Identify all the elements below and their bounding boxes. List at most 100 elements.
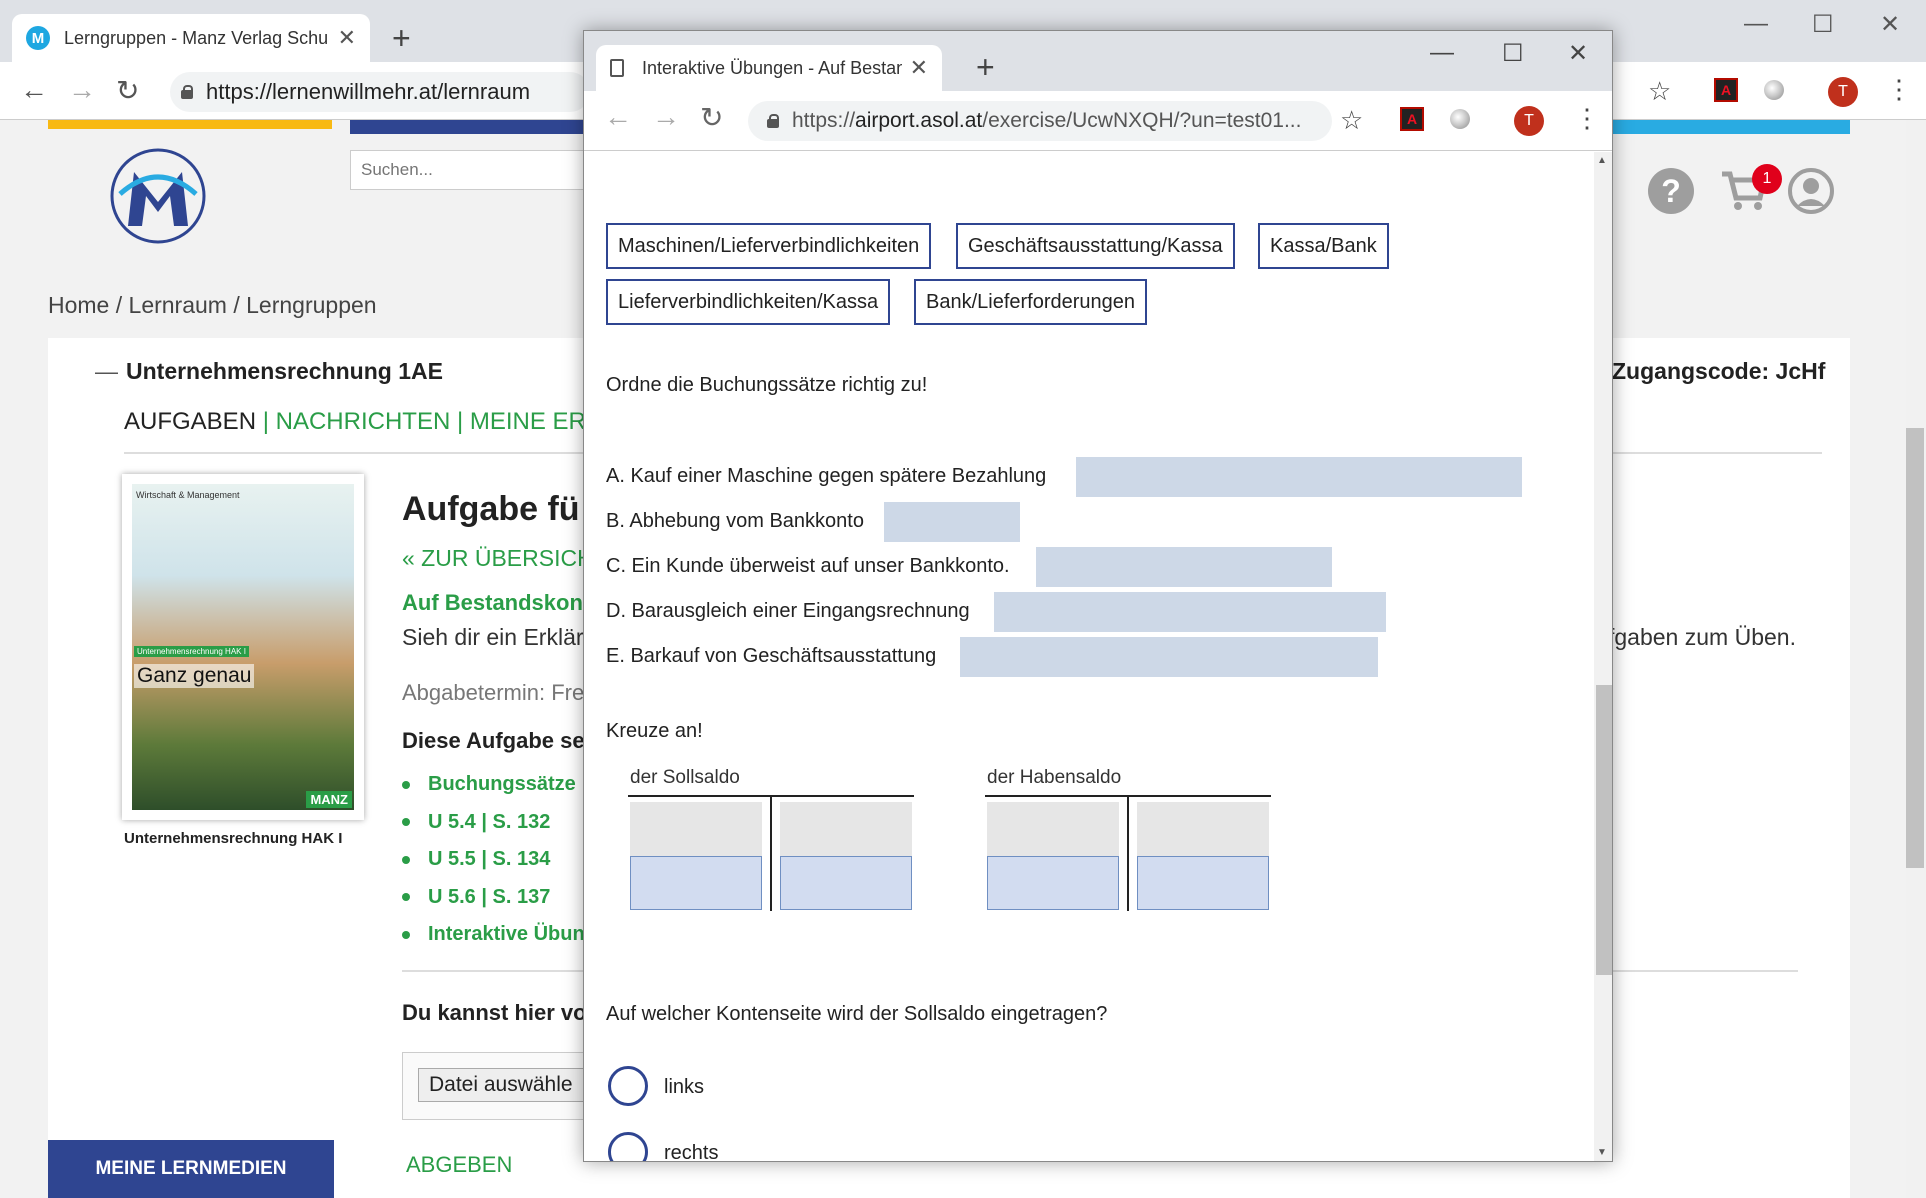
meine-lernmedien-button[interactable]: MEINE LERNMEDIEN	[48, 1140, 334, 1198]
lernen-will-mehr-logo[interactable]	[90, 130, 230, 260]
choose-file-button[interactable]: Datei auswähle	[418, 1068, 598, 1102]
access-code: Zugangscode: JcHf	[1612, 358, 1826, 384]
popup-scrollbar-thumb[interactable]	[1596, 685, 1612, 975]
minimize-icon[interactable]: —	[1430, 39, 1454, 67]
bullet-icon	[402, 855, 410, 864]
close-tab-icon[interactable]: ✕	[910, 55, 928, 81]
task-title: Aufgabe fü	[402, 490, 580, 528]
pdf-extension-icon[interactable]: A	[1714, 78, 1738, 102]
checkbox-soll-rechts[interactable]	[780, 856, 912, 910]
list-item[interactable]: U 5.6 | S. 137	[402, 879, 585, 917]
popup-scrollbar[interactable]	[1594, 152, 1612, 1161]
checkbox-soll-links[interactable]	[630, 856, 762, 910]
collapse-toggle-icon[interactable]: —	[95, 358, 118, 385]
extension-icon[interactable]	[1764, 80, 1784, 100]
drop-zone[interactable]	[1036, 547, 1332, 587]
breadcrumb: Home / Lernraum / Lerngruppen	[48, 292, 377, 318]
radio-links[interactable]	[608, 1066, 648, 1106]
list-item[interactable]: Buchungssätze	[402, 766, 585, 804]
nav-separator: |	[456, 408, 464, 435]
tab-nachrichten[interactable]: NACHRICHTEN	[276, 408, 451, 435]
book-caption: Unternehmensrechnung HAK I	[124, 830, 343, 847]
book-subtitle-band: Unternehmensrechnung HAK I	[134, 646, 249, 657]
list-item[interactable]: U 5.5 | S. 134	[402, 841, 585, 879]
address-bar[interactable]: https://lernenwillmehr.at/lernraum	[170, 72, 590, 112]
lock-icon	[180, 85, 194, 99]
menu-dots-icon[interactable]: ⋮	[1574, 103, 1600, 134]
taccount-center-line	[770, 795, 772, 911]
checkbox-haben-links[interactable]	[987, 856, 1119, 910]
nav-separator: |	[262, 408, 269, 435]
book-cover[interactable]: Wirtschaft & Management Unternehmensrech…	[122, 474, 364, 820]
back-to-overview-link[interactable]: « ZUR ÜBERSICH	[402, 545, 594, 572]
drop-zone[interactable]	[1076, 457, 1522, 497]
forward-arrow-icon[interactable]: →	[68, 74, 96, 106]
minimize-icon[interactable]: —	[1744, 10, 1768, 38]
bookmark-star-icon[interactable]: ☆	[1648, 76, 1671, 107]
brand-stripe-yellow	[48, 120, 332, 129]
instruction-cross: Kreuze an!	[606, 720, 703, 742]
taccount-cell	[780, 802, 912, 856]
list-item-label: U 5.5 | S. 134	[428, 848, 551, 871]
book-cover-image: Wirtschaft & Management Unternehmensrech…	[132, 484, 354, 810]
upload-heading: Du kannst hier vo	[402, 1000, 587, 1025]
radio-rechts[interactable]	[608, 1132, 648, 1161]
answer-chip[interactable]: Bank/Lieferforderungen	[914, 279, 1148, 325]
drop-zone[interactable]	[994, 592, 1386, 632]
book-brand: Wirtschaft & Management	[136, 490, 240, 500]
list-item[interactable]: Interaktive Übun	[402, 916, 585, 954]
new-tab-icon[interactable]: +	[976, 49, 995, 86]
submit-link[interactable]: ABGEBEN	[406, 1152, 512, 1178]
address-url: https://lernenwillmehr.at/lernraum	[206, 79, 531, 104]
bookmark-star-icon[interactable]: ☆	[1340, 105, 1363, 136]
scroll-up-icon[interactable]: ▲	[1597, 155, 1607, 166]
answer-chip[interactable]: Lieferverbindlichkeiten/Kassa	[606, 279, 891, 325]
brand-stripe-blue	[350, 120, 586, 134]
popup-tab[interactable]: Interaktive Übungen - Auf Bestan ✕	[596, 45, 942, 91]
popup-address-bar[interactable]: https://airport.asol.at/exercise/UcwNXQH…	[748, 101, 1332, 141]
match-item: B. Abhebung vom Bankkonto	[606, 510, 864, 532]
answer-chip[interactable]: Kassa/Bank	[1258, 223, 1389, 269]
back-arrow-icon[interactable]: ←	[604, 101, 632, 133]
forward-arrow-icon[interactable]: →	[652, 101, 680, 133]
taccount-cell	[630, 802, 762, 856]
url-scheme: https://	[792, 109, 856, 132]
question: Auf welcher Kontenseite wird der Sollsal…	[606, 1003, 1108, 1025]
pdf-extension-icon[interactable]: A	[1400, 107, 1424, 131]
list-item-label: Interaktive Übun	[428, 923, 585, 946]
help-icon[interactable]: ?	[1648, 168, 1694, 214]
extension-icon[interactable]	[1450, 109, 1470, 129]
reload-icon[interactable]: ↻	[700, 101, 723, 134]
deadline: Abgabetermin: Fre	[402, 680, 585, 705]
new-tab-icon[interactable]: +	[392, 20, 411, 57]
close-window-icon[interactable]: ✕	[1880, 10, 1900, 39]
bullet-icon	[402, 780, 410, 789]
maximize-icon[interactable]: ☐	[1812, 10, 1834, 39]
drop-zone[interactable]	[960, 637, 1378, 677]
site-search-input[interactable]	[350, 150, 590, 190]
close-tab-icon[interactable]: ✕	[338, 25, 356, 51]
profile-avatar[interactable]: T	[1514, 106, 1544, 136]
task-item-list: Buchungssätze U 5.4 | S. 132 U 5.5 | S. …	[402, 766, 585, 954]
bullet-icon	[402, 893, 410, 902]
user-account-icon[interactable]	[1788, 168, 1834, 214]
popup-tab-title: Interaktive Übungen - Auf Bestan	[642, 57, 902, 78]
reload-icon[interactable]: ↻	[116, 74, 139, 107]
page-scrollbar-thumb[interactable]	[1906, 428, 1924, 868]
maximize-icon[interactable]: ☐	[1502, 39, 1524, 68]
match-item: A. Kauf einer Maschine gegen spätere Bez…	[606, 465, 1047, 487]
menu-dots-icon[interactable]: ⋮	[1886, 74, 1912, 105]
answer-chip[interactable]: Geschäftsausstattung/Kassa	[956, 223, 1235, 269]
back-arrow-icon[interactable]: ←	[20, 74, 48, 106]
answer-chip[interactable]: Maschinen/Lieferverbindlichkeiten	[606, 223, 932, 269]
close-window-icon[interactable]: ✕	[1568, 39, 1588, 68]
bullet-icon	[402, 930, 410, 939]
profile-avatar[interactable]: T	[1828, 77, 1858, 107]
taccount-cell	[1137, 802, 1269, 856]
drop-zone[interactable]	[884, 502, 1020, 542]
browser-tab[interactable]: M Lerngruppen - Manz Verlag Schu ✕	[12, 14, 370, 62]
list-item[interactable]: U 5.4 | S. 132	[402, 804, 585, 842]
checkbox-haben-rechts[interactable]	[1137, 856, 1269, 910]
tab-aufgaben[interactable]: AUFGABEN	[124, 408, 256, 435]
scroll-down-icon[interactable]: ▼	[1597, 1147, 1607, 1158]
